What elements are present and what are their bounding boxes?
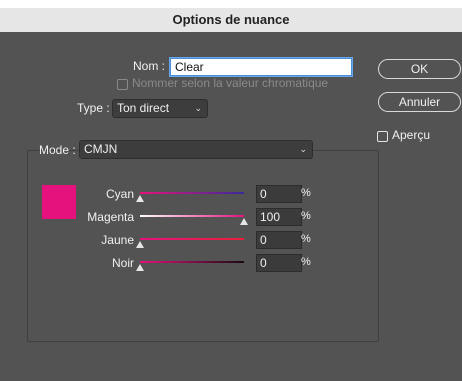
channel-value-field[interactable]: 0: [256, 254, 302, 272]
channel-value-field[interactable]: 100: [256, 208, 302, 226]
channel-slider-thumb[interactable]: [240, 218, 248, 225]
dialog-body: Nom : Clear Nommer selon la valeur chrom…: [0, 32, 462, 381]
name-by-color-checkbox[interactable]: [117, 79, 128, 90]
channel-label: Jaune: [101, 233, 134, 247]
preview-checkbox[interactable]: [377, 131, 388, 142]
mode-select-value: CMJN: [84, 142, 118, 156]
channel-label: Magenta: [87, 210, 134, 224]
type-select-value: Ton direct: [117, 101, 170, 115]
name-label: Nom :: [133, 59, 166, 73]
channel-slider-track[interactable]: [140, 261, 244, 263]
ok-button[interactable]: OK: [378, 59, 461, 79]
name-by-color-label: Nommer selon la valeur chromatique: [132, 76, 329, 90]
chevron-down-icon: ⌄: [194, 103, 202, 113]
percent-unit: %: [301, 210, 311, 222]
chevron-down-icon: ⌄: [299, 144, 307, 154]
dialog-title: Options de nuance: [0, 8, 462, 32]
channel-slider-thumb[interactable]: [136, 241, 144, 248]
channel-slider-track[interactable]: [140, 192, 244, 194]
swatch-options-dialog: Options de nuance Nom : Clear Nommer sel…: [0, 8, 462, 381]
channel-value-field[interactable]: 0: [256, 185, 302, 203]
channel-slider-thumb[interactable]: [136, 195, 144, 202]
channel-label: Noir: [111, 256, 134, 270]
cancel-button[interactable]: Annuler: [378, 92, 461, 112]
channel-slider-thumb[interactable]: [136, 264, 144, 271]
channel-slider-track[interactable]: [140, 215, 244, 217]
preview-label: Aperçu: [392, 128, 431, 142]
channel-label: Cyan: [105, 187, 134, 201]
type-label: Type :: [77, 101, 110, 115]
channel-value-field[interactable]: 0: [256, 231, 302, 249]
name-input[interactable]: Clear: [170, 58, 352, 76]
mode-label: Mode :: [39, 143, 76, 157]
percent-unit: %: [301, 233, 311, 245]
mode-select[interactable]: CMJN ⌄: [79, 140, 313, 159]
percent-unit: %: [301, 187, 311, 199]
type-select[interactable]: Ton direct ⌄: [112, 99, 208, 118]
channel-slider-track[interactable]: [140, 238, 244, 240]
percent-unit: %: [301, 256, 311, 268]
